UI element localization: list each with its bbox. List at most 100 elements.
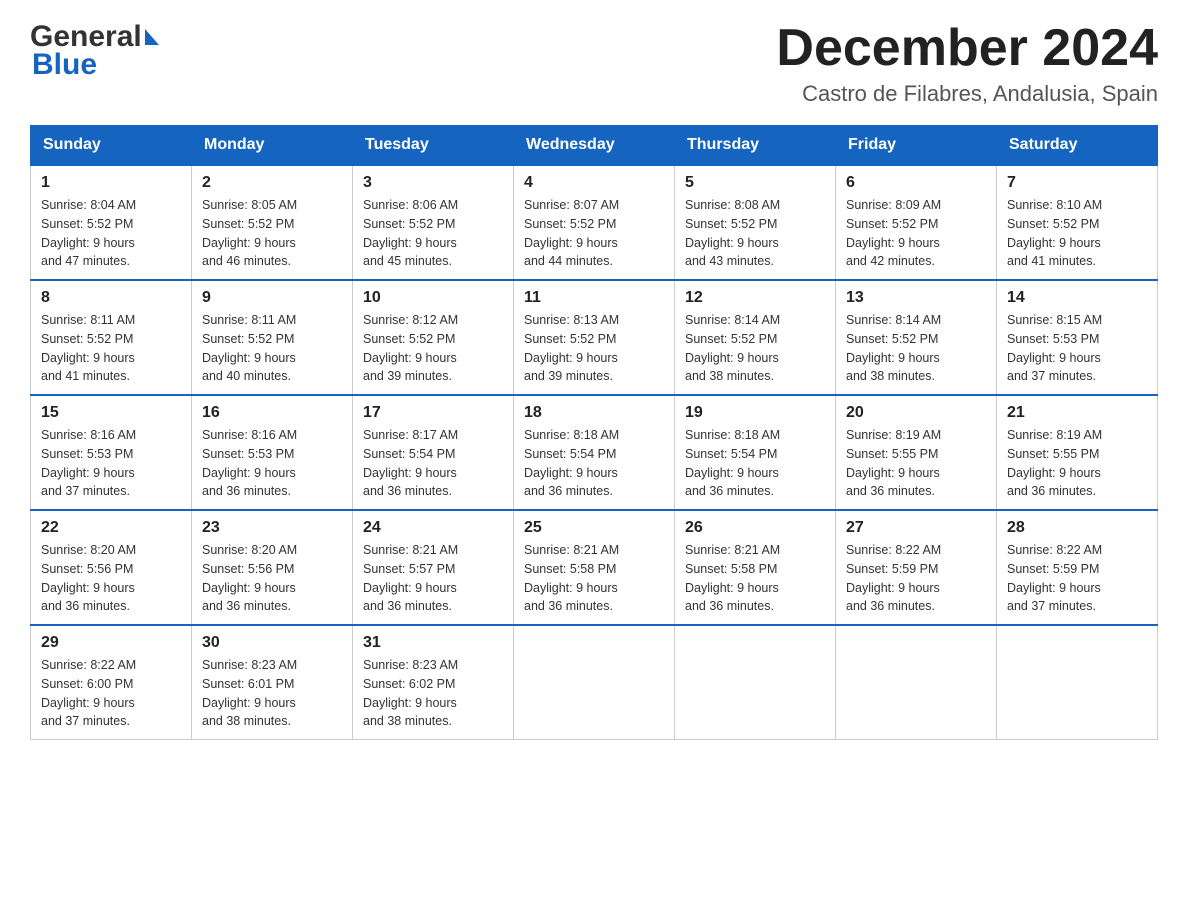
day-cell: 14 Sunrise: 8:15 AMSunset: 5:53 PMDayligh… bbox=[997, 280, 1158, 395]
day-cell: 30Sunrise: 8:23 AMSunset: 6:01 PMDayligh… bbox=[192, 625, 353, 740]
day-cell: 11Sunrise: 8:13 AMSunset: 5:52 PMDayligh… bbox=[514, 280, 675, 395]
page-header: General Blue December 2024 Castro de Fil… bbox=[30, 20, 1158, 107]
day-cell: 2 Sunrise: 8:05 AMSunset: 5:52 PMDaylight… bbox=[192, 165, 353, 280]
day-number: 23 bbox=[202, 519, 342, 537]
logo-blue-text: Blue bbox=[30, 48, 159, 82]
column-header-sunday: Sunday bbox=[31, 126, 192, 166]
day-number: 3 bbox=[363, 174, 503, 192]
day-number: 14 bbox=[1007, 289, 1147, 307]
column-header-saturday: Saturday bbox=[997, 126, 1158, 166]
day-number: 18 bbox=[524, 404, 664, 422]
day-cell: 23 Sunrise: 8:20 AMSunset: 5:56 PMDayligh… bbox=[192, 510, 353, 625]
day-info: Sunrise: 8:21 AMSunset: 5:58 PMDaylight:… bbox=[685, 541, 825, 616]
day-cell: 15Sunrise: 8:16 AMSunset: 5:53 PMDayligh… bbox=[31, 395, 192, 510]
day-info: Sunrise: 8:22 AMSunset: 5:59 PMDaylight:… bbox=[846, 541, 986, 616]
title-area: December 2024 Castro de Filabres, Andalu… bbox=[776, 20, 1158, 107]
week-row-2: 8 Sunrise: 8:11 AMSunset: 5:52 PMDaylight… bbox=[31, 280, 1158, 395]
day-cell: 24 Sunrise: 8:21 AMSunset: 5:57 PMDayligh… bbox=[353, 510, 514, 625]
day-cell: 20 Sunrise: 8:19 AMSunset: 5:55 PMDayligh… bbox=[836, 395, 997, 510]
column-header-tuesday: Tuesday bbox=[353, 126, 514, 166]
day-cell: 27 Sunrise: 8:22 AMSunset: 5:59 PMDayligh… bbox=[836, 510, 997, 625]
week-row-1: 1 Sunrise: 8:04 AMSunset: 5:52 PMDaylight… bbox=[31, 165, 1158, 280]
day-cell: 9 Sunrise: 8:11 AMSunset: 5:52 PMDaylight… bbox=[192, 280, 353, 395]
day-cell: 8 Sunrise: 8:11 AMSunset: 5:52 PMDaylight… bbox=[31, 280, 192, 395]
day-number: 9 bbox=[202, 289, 342, 307]
day-number: 8 bbox=[41, 289, 181, 307]
week-row-4: 22 Sunrise: 8:20 AMSunset: 5:56 PMDayligh… bbox=[31, 510, 1158, 625]
day-cell: 21 Sunrise: 8:19 AMSunset: 5:55 PMDayligh… bbox=[997, 395, 1158, 510]
day-number: 29 bbox=[41, 634, 181, 652]
day-info: Sunrise: 8:17 AMSunset: 5:54 PMDaylight:… bbox=[363, 426, 503, 501]
day-number: 6 bbox=[846, 174, 986, 192]
day-info: Sunrise: 8:16 AMSunset: 5:53 PMDaylight:… bbox=[202, 426, 342, 501]
day-cell bbox=[514, 625, 675, 740]
day-number: 22 bbox=[41, 519, 181, 537]
day-info: Sunrise: 8:22 AMSunset: 6:00 PMDaylight:… bbox=[41, 656, 181, 731]
day-info: Sunrise: 8:12 AMSunset: 5:52 PMDaylight:… bbox=[363, 311, 503, 386]
day-info: Sunrise: 8:06 AMSunset: 5:52 PMDaylight:… bbox=[363, 196, 503, 271]
day-cell: 12 Sunrise: 8:14 AMSunset: 5:52 PMDayligh… bbox=[675, 280, 836, 395]
day-info: Sunrise: 8:22 AMSunset: 5:59 PMDaylight:… bbox=[1007, 541, 1147, 616]
day-cell bbox=[997, 625, 1158, 740]
day-info: Sunrise: 8:14 AMSunset: 5:52 PMDaylight:… bbox=[846, 311, 986, 386]
week-row-3: 15Sunrise: 8:16 AMSunset: 5:53 PMDayligh… bbox=[31, 395, 1158, 510]
day-info: Sunrise: 8:15 AMSunset: 5:53 PMDaylight:… bbox=[1007, 311, 1147, 386]
day-cell: 10 Sunrise: 8:12 AMSunset: 5:52 PMDayligh… bbox=[353, 280, 514, 395]
day-info: Sunrise: 8:19 AMSunset: 5:55 PMDaylight:… bbox=[1007, 426, 1147, 501]
day-info: Sunrise: 8:21 AMSunset: 5:58 PMDaylight:… bbox=[524, 541, 664, 616]
day-number: 28 bbox=[1007, 519, 1147, 537]
day-info: Sunrise: 8:10 AMSunset: 5:52 PMDaylight:… bbox=[1007, 196, 1147, 271]
day-number: 27 bbox=[846, 519, 986, 537]
day-info: Sunrise: 8:19 AMSunset: 5:55 PMDaylight:… bbox=[846, 426, 986, 501]
day-info: Sunrise: 8:04 AMSunset: 5:52 PMDaylight:… bbox=[41, 196, 181, 271]
day-cell: 22Sunrise: 8:20 AMSunset: 5:56 PMDayligh… bbox=[31, 510, 192, 625]
day-info: Sunrise: 8:11 AMSunset: 5:52 PMDaylight:… bbox=[202, 311, 342, 386]
day-number: 1 bbox=[41, 174, 181, 192]
day-cell: 7 Sunrise: 8:10 AMSunset: 5:52 PMDaylight… bbox=[997, 165, 1158, 280]
day-number: 21 bbox=[1007, 404, 1147, 422]
day-number: 17 bbox=[363, 404, 503, 422]
day-number: 20 bbox=[846, 404, 986, 422]
day-cell: 4 Sunrise: 8:07 AMSunset: 5:52 PMDaylight… bbox=[514, 165, 675, 280]
day-info: Sunrise: 8:08 AMSunset: 5:52 PMDaylight:… bbox=[685, 196, 825, 271]
day-cell: 18 Sunrise: 8:18 AMSunset: 5:54 PMDayligh… bbox=[514, 395, 675, 510]
day-cell: 17 Sunrise: 8:17 AMSunset: 5:54 PMDayligh… bbox=[353, 395, 514, 510]
day-info: Sunrise: 8:18 AMSunset: 5:54 PMDaylight:… bbox=[524, 426, 664, 501]
location-subtitle: Castro de Filabres, Andalusia, Spain bbox=[776, 81, 1158, 107]
page-title: December 2024 bbox=[776, 20, 1158, 77]
day-cell: 13 Sunrise: 8:14 AMSunset: 5:52 PMDayligh… bbox=[836, 280, 997, 395]
day-info: Sunrise: 8:11 AMSunset: 5:52 PMDaylight:… bbox=[41, 311, 181, 386]
day-number: 4 bbox=[524, 174, 664, 192]
day-cell: 28 Sunrise: 8:22 AMSunset: 5:59 PMDayligh… bbox=[997, 510, 1158, 625]
day-number: 19 bbox=[685, 404, 825, 422]
calendar-table: SundayMondayTuesdayWednesdayThursdayFrid… bbox=[30, 125, 1158, 740]
day-info: Sunrise: 8:23 AMSunset: 6:01 PMDaylight:… bbox=[202, 656, 342, 731]
day-info: Sunrise: 8:23 AMSunset: 6:02 PMDaylight:… bbox=[363, 656, 503, 731]
day-number: 13 bbox=[846, 289, 986, 307]
day-info: Sunrise: 8:21 AMSunset: 5:57 PMDaylight:… bbox=[363, 541, 503, 616]
day-cell: 29 Sunrise: 8:22 AMSunset: 6:00 PMDayligh… bbox=[31, 625, 192, 740]
day-cell: 16 Sunrise: 8:16 AMSunset: 5:53 PMDayligh… bbox=[192, 395, 353, 510]
day-number: 5 bbox=[685, 174, 825, 192]
day-number: 24 bbox=[363, 519, 503, 537]
calendar-header-row: SundayMondayTuesdayWednesdayThursdayFrid… bbox=[31, 126, 1158, 166]
day-info: Sunrise: 8:18 AMSunset: 5:54 PMDaylight:… bbox=[685, 426, 825, 501]
day-info: Sunrise: 8:05 AMSunset: 5:52 PMDaylight:… bbox=[202, 196, 342, 271]
day-info: Sunrise: 8:14 AMSunset: 5:52 PMDaylight:… bbox=[685, 311, 825, 386]
day-cell: 25Sunrise: 8:21 AMSunset: 5:58 PMDayligh… bbox=[514, 510, 675, 625]
day-cell bbox=[836, 625, 997, 740]
day-info: Sunrise: 8:13 AMSunset: 5:52 PMDaylight:… bbox=[524, 311, 664, 386]
day-number: 16 bbox=[202, 404, 342, 422]
day-number: 2 bbox=[202, 174, 342, 192]
day-info: Sunrise: 8:20 AMSunset: 5:56 PMDaylight:… bbox=[202, 541, 342, 616]
day-cell: 31 Sunrise: 8:23 AMSunset: 6:02 PMDayligh… bbox=[353, 625, 514, 740]
logo-arrow-icon bbox=[145, 29, 159, 45]
day-cell: 6Sunrise: 8:09 AMSunset: 5:52 PMDaylight… bbox=[836, 165, 997, 280]
day-number: 7 bbox=[1007, 174, 1147, 192]
day-number: 31 bbox=[363, 634, 503, 652]
day-number: 10 bbox=[363, 289, 503, 307]
week-row-5: 29 Sunrise: 8:22 AMSunset: 6:00 PMDayligh… bbox=[31, 625, 1158, 740]
day-info: Sunrise: 8:07 AMSunset: 5:52 PMDaylight:… bbox=[524, 196, 664, 271]
day-number: 26 bbox=[685, 519, 825, 537]
day-number: 12 bbox=[685, 289, 825, 307]
